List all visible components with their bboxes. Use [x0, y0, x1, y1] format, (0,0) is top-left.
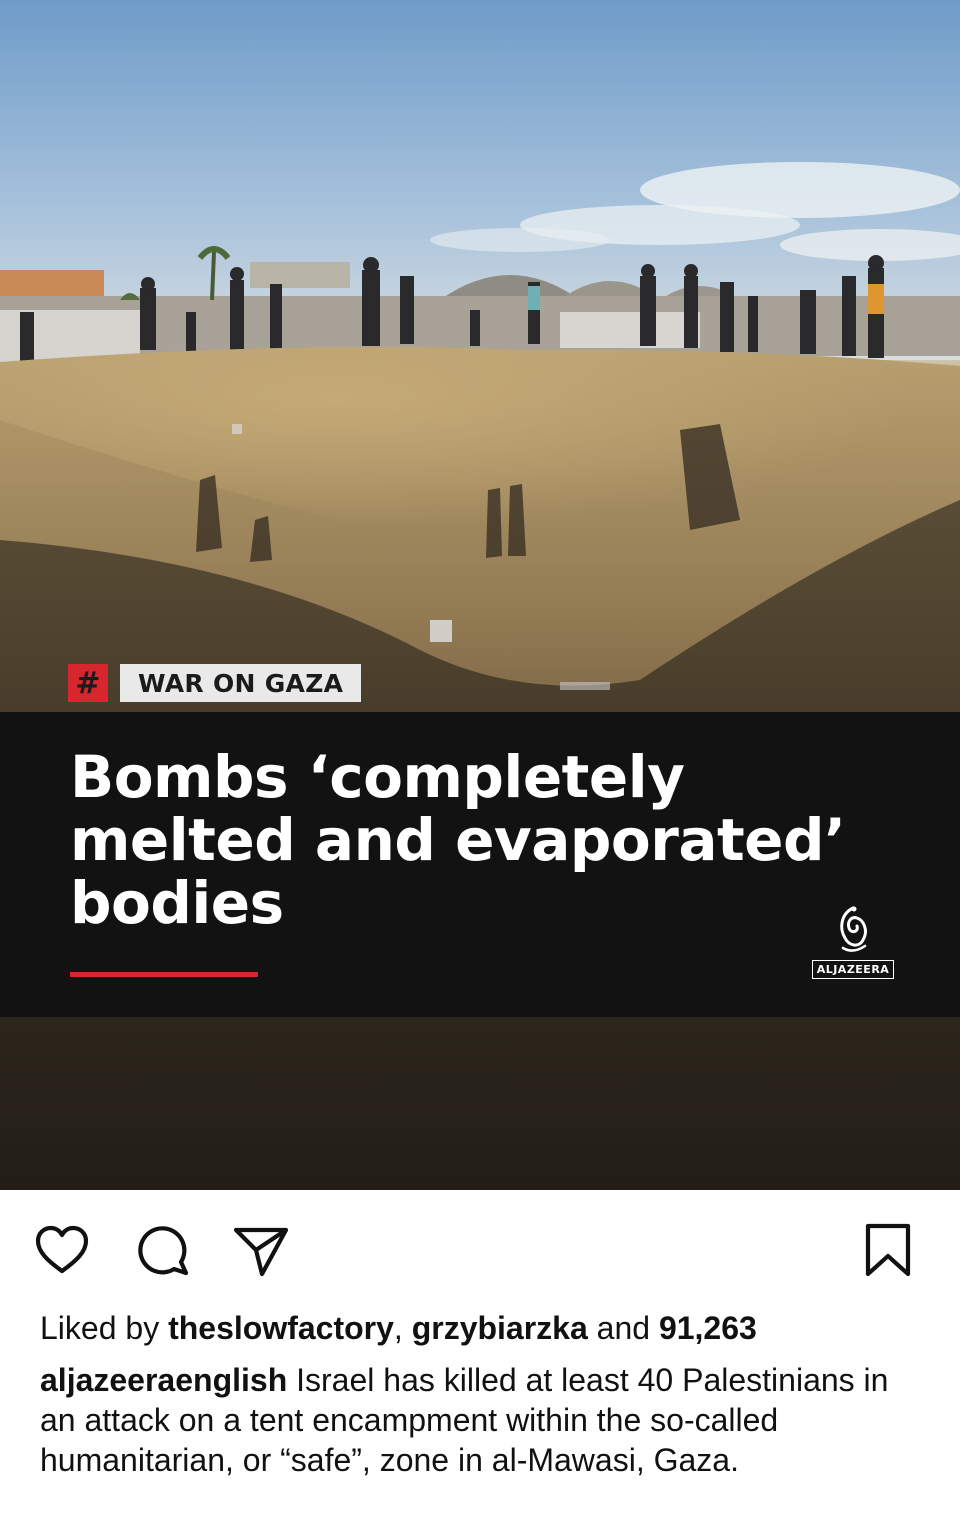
- post-caption: aljazeeraenglish Israel has killed at le…: [40, 1360, 920, 1480]
- heart-icon[interactable]: [32, 1220, 92, 1280]
- likes-separator: ,: [393, 1310, 403, 1346]
- likes-summary[interactable]: Liked by theslowfactory, grzybiarzka and…: [40, 1310, 757, 1347]
- liker-link-1[interactable]: theslowfactory: [168, 1310, 394, 1346]
- caption-username[interactable]: aljazeeraenglish: [40, 1362, 287, 1398]
- headline-line-2: melted and evaporated’: [70, 806, 846, 874]
- headline-line-1: Bombs ‘completely: [70, 743, 685, 811]
- headline-line-3: bodies: [70, 869, 284, 937]
- headline: Bombs ‘completely melted and evaporated’…: [70, 746, 890, 935]
- paper-plane-icon[interactable]: [230, 1220, 290, 1280]
- category-tag[interactable]: # WAR ON GAZA: [68, 664, 362, 702]
- likes-count[interactable]: 91,263: [659, 1310, 757, 1346]
- liker-link-2[interactable]: grzybiarzka: [412, 1310, 588, 1346]
- category-label: WAR ON GAZA: [120, 664, 362, 702]
- comment-bubble-icon[interactable]: [132, 1220, 192, 1280]
- post-action-bar: [0, 1190, 960, 1300]
- likes-middle: and: [596, 1310, 651, 1346]
- bookmark-icon[interactable]: [858, 1220, 918, 1280]
- post-image[interactable]: # WAR ON GAZA Bombs ‘completely melted a…: [0, 0, 960, 1190]
- hashtag-icon: #: [68, 664, 108, 702]
- aljazeera-wordmark: ALJAZEERA: [811, 960, 895, 979]
- aljazeera-emblem-icon: [840, 906, 867, 952]
- headline-panel: Bombs ‘completely melted and evaporated’…: [0, 712, 960, 1017]
- aljazeera-logo: ALJAZEERA: [811, 904, 895, 979]
- likes-prefix: Liked by: [40, 1310, 160, 1346]
- accent-rule: [70, 972, 258, 977]
